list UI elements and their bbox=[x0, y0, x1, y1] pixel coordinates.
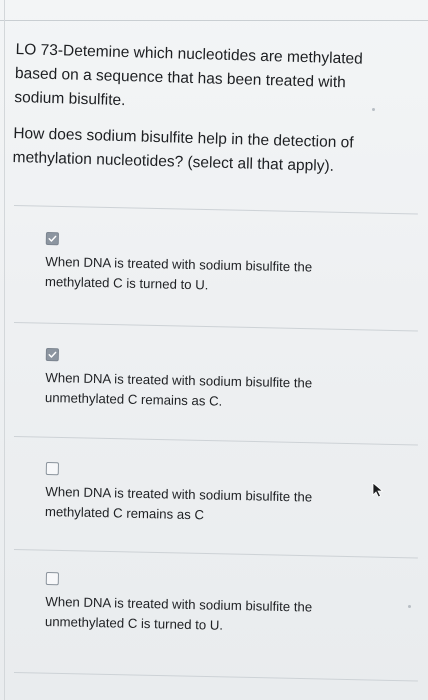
answer-option-3[interactable]: When DNA is treated with sodium bisulfit… bbox=[45, 462, 376, 522]
speck bbox=[372, 108, 375, 111]
checkbox-checked[interactable] bbox=[45, 348, 59, 362]
answer-option-4[interactable]: When DNA is treated with sodium bisulfit… bbox=[45, 572, 376, 633]
answer-option-1[interactable]: When DNA is treated with sodium bisulfit… bbox=[45, 232, 376, 292]
divider bbox=[13, 322, 418, 332]
divider bbox=[13, 672, 418, 682]
left-border bbox=[4, 0, 5, 700]
divider bbox=[13, 549, 418, 559]
speck bbox=[408, 605, 411, 608]
quiz-page: LO 73-Detemine which nucleotides are met… bbox=[0, 0, 428, 700]
top-divider bbox=[0, 0, 428, 21]
divider bbox=[13, 205, 418, 215]
check-icon bbox=[48, 351, 57, 358]
checkbox-unchecked[interactable] bbox=[45, 572, 59, 586]
question-prompt: How does sodium bisulfite help in the de… bbox=[12, 124, 354, 175]
answer-option-2[interactable]: When DNA is treated with sodium bisulfit… bbox=[45, 348, 376, 409]
checkbox-unchecked[interactable] bbox=[45, 462, 59, 476]
checkbox-checked[interactable] bbox=[45, 232, 59, 246]
option-label: When DNA is treated with sodium bisulfit… bbox=[44, 483, 313, 523]
option-label: When DNA is treated with sodium bisulfit… bbox=[44, 593, 313, 633]
option-label: When DNA is treated with sodium bisulfit… bbox=[44, 253, 313, 293]
mouse-pointer-icon bbox=[372, 482, 384, 498]
question-block: LO 73-Detemine which nucleotides are met… bbox=[12, 38, 411, 181]
check-icon bbox=[48, 235, 57, 242]
option-label: When DNA is treated with sodium bisulfit… bbox=[44, 369, 313, 409]
divider bbox=[13, 436, 418, 446]
question-title: LO 73-Detemine which nucleotides are met… bbox=[14, 40, 363, 110]
